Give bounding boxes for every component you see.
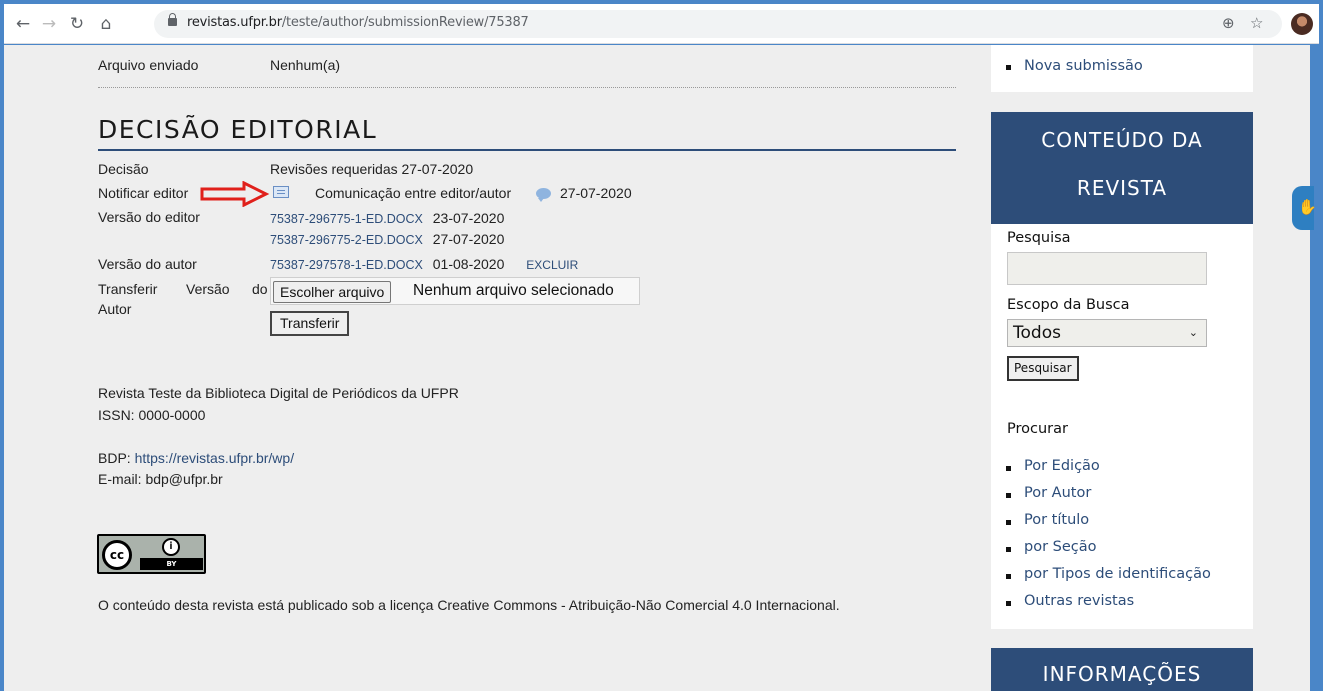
main-column: Arquivo enviado Nenhum(a) DECISÃO EDITOR… [4,45,964,691]
red-arrow-icon [200,181,270,207]
search-input[interactable] [1007,252,1207,285]
footer-bdp: BDP: https://revistas.ufpr.br/wp/ [98,450,294,466]
profile-avatar[interactable] [1291,13,1313,35]
bdp-label: BDP: [98,450,131,466]
comment-bubble-icon[interactable] [536,188,551,202]
transferir-label-1: Transferir [98,281,158,297]
versao-editor-label: Versão do editor [98,209,200,225]
cc-logo-icon: cc [102,540,132,570]
escopo-label: Escopo da Busca [1007,297,1130,313]
browser-toolbar: ← → ↻ ⌂ revistas.ufpr.br/teste/author/su… [4,4,1319,44]
bullet-icon [1006,65,1011,70]
escopo-value: Todos [1013,323,1061,343]
footer-issn: ISSN: 0000-0000 [98,407,206,423]
no-file-text: Nenhum arquivo selecionado [413,282,614,299]
browse-por-titulo[interactable]: Por título [1024,512,1089,528]
transferir-label-3: do [252,281,268,297]
bullet-icon [1006,574,1011,579]
content-block-header: CONTEÚDO DA REVISTA [991,112,1253,224]
back-icon[interactable]: ← [12,13,34,35]
browse-por-edicao[interactable]: Por Edição [1024,458,1100,474]
browse-outras-revistas[interactable]: Outras revistas [1024,593,1134,609]
footer-email: E-mail: bdp@ufpr.br [98,471,223,487]
hand-icon: ✋ [1298,198,1317,216]
chevron-down-icon: ⌄ [1188,326,1198,339]
decisao-label: Decisão [98,161,149,177]
info-block-header: INFORMAÇÕES [991,648,1253,691]
nova-submissao-link[interactable]: Nova submissão [1024,58,1143,74]
zoom-icon[interactable]: ⊕ [1222,14,1235,32]
decisao-value: Revisões requeridas 27-07-2020 [270,161,474,177]
author-file-date: 01-08-2020 [432,256,505,272]
choose-file-button[interactable]: Escolher arquivo [273,281,392,303]
attribution-icon: i [162,538,180,556]
bdp-link[interactable]: https://revistas.ufpr.br/wp/ [135,450,295,466]
lock-icon [168,13,177,26]
author-file-link[interactable]: 75387-297578-1-ED.DOCX [270,258,423,272]
excluir-link[interactable]: EXCLUIR [526,258,578,272]
editor-file-2-date: 27-07-2020 [432,231,505,247]
footer-line1: Revista Teste da Biblioteca Digital de P… [98,385,459,401]
comunicacao-link[interactable]: Comunicação entre editor/autor [315,185,511,201]
file-input[interactable]: Escolher arquivo Nenhum arquivo selecion… [270,277,640,305]
versao-autor-label: Versão do autor [98,256,197,272]
url-text[interactable]: revistas.ufpr.br/teste/author/submission… [187,15,529,30]
browse-por-secao[interactable]: por Seção [1024,539,1097,555]
content-title-line1: CONTEÚDO DA [1041,128,1203,152]
page-content: Arquivo enviado Nenhum(a) DECISÃO EDITOR… [4,45,1310,691]
bullet-icon [1006,520,1011,525]
bullet-icon [1006,493,1011,498]
author-file: 75387-297578-1-ED.DOCX 01-08-2020 EXCLUI… [270,256,578,272]
arquivo-value: Nenhum(a) [270,57,341,73]
home-icon[interactable]: ⌂ [95,13,117,35]
editor-file-1: 75387-296775-1-ED.DOCX 23-07-2020 [270,210,504,226]
info-title: INFORMAÇÕES [1042,662,1202,686]
accessibility-tab[interactable]: ✋ [1292,186,1317,230]
comunicacao-date: 27-07-2020 [560,185,632,201]
editor-file-2: 75387-296775-2-ED.DOCX 27-07-2020 [270,231,504,247]
cc-by-label: BY [140,558,203,570]
procurar-label: Procurar [1007,421,1068,437]
notificar-label: Notificar editor [98,185,189,201]
section-heading: DECISÃO EDITORIAL [98,115,378,144]
bullet-icon [1006,466,1011,471]
content-title-line2: REVISTA [1076,176,1168,200]
editor-file-2-link[interactable]: 75387-296775-2-ED.DOCX [270,233,423,247]
forward-icon[interactable]: → [38,13,60,35]
heading-rule [98,149,956,151]
transfer-button[interactable]: Transferir [270,311,350,336]
notify-editor-icon[interactable] [273,186,289,198]
reload-icon[interactable]: ↻ [66,13,88,35]
license-text: O conteúdo desta revista está publicado … [98,597,840,613]
transferir-label-2: Versão [186,281,230,297]
editor-file-1-date: 23-07-2020 [432,210,505,226]
arquivo-label: Arquivo enviado [98,57,199,73]
creative-commons-badge[interactable]: cc i BY [97,534,206,574]
escopo-select[interactable]: Todos ⌄ [1007,319,1207,347]
bullet-icon [1006,547,1011,552]
search-button[interactable]: Pesquisar [1007,356,1079,381]
editor-file-1-link[interactable]: 75387-296775-1-ED.DOCX [270,212,423,226]
pesquisa-label: Pesquisa [1007,230,1071,246]
bullet-icon [1006,601,1011,606]
browse-por-tipos[interactable]: por Tipos de identificação [1024,566,1211,582]
transferir-label-4: Autor [98,301,132,317]
address-bar[interactable]: revistas.ufpr.br/teste/author/submission… [154,10,1282,38]
star-icon[interactable]: ☆ [1250,14,1263,32]
browse-por-autor[interactable]: Por Autor [1024,485,1091,501]
divider [98,87,956,88]
